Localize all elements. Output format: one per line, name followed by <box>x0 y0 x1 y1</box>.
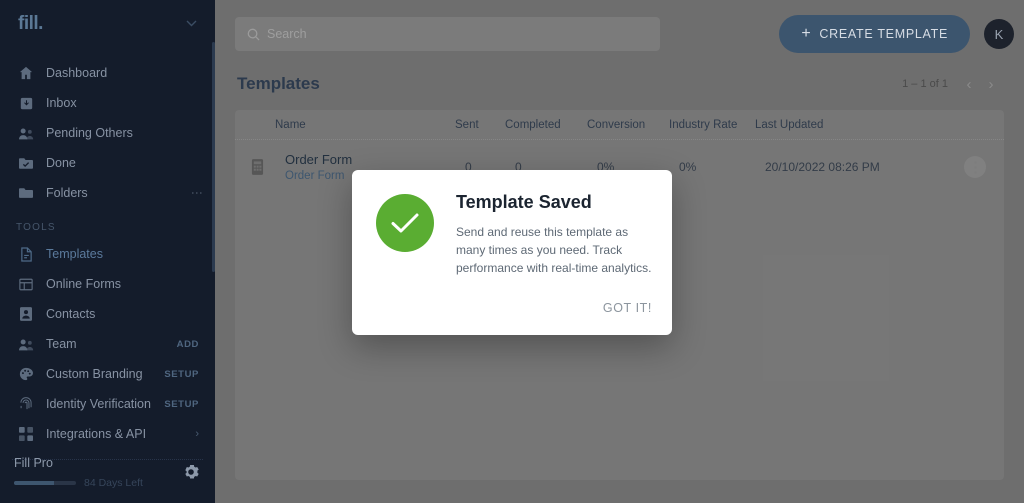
sidebar-item-done[interactable]: Done <box>0 148 215 178</box>
sidebar-item-label: Done <box>46 156 76 170</box>
plan-title: Fill Pro <box>14 456 53 470</box>
plan-progress-bar <box>14 481 76 485</box>
table-header-row: Name Sent Completed Conversion Industry … <box>235 110 1004 140</box>
sidebar-scrollbar[interactable] <box>212 42 215 272</box>
app-logo: fill. <box>18 13 43 34</box>
app-root: fill. Dashboard Inbox Pending Others Don… <box>0 0 1024 503</box>
sidebar-item-templates[interactable]: Templates <box>0 239 215 269</box>
pagination-label: 1 – 1 of 1 <box>902 78 948 90</box>
sidebar-item-online-forms[interactable]: Online Forms <box>0 269 215 299</box>
dialog-title: Template Saved <box>456 192 592 212</box>
sidebar-item-label: Pending Others <box>46 126 133 140</box>
sidebar-item-label: Folders <box>46 186 88 200</box>
chevron-down-icon[interactable] <box>186 19 197 30</box>
sidebar-item-label: Integrations & API <box>46 427 147 441</box>
sidebar-item-label: Identity Verification <box>46 397 151 411</box>
gear-icon[interactable] <box>183 464 199 485</box>
plan-progress-fill <box>14 481 55 485</box>
integrations-icon <box>16 426 36 442</box>
page-title: Templates <box>237 74 320 93</box>
cell-last-updated: 20/10/2022 08:26 PM <box>765 160 880 174</box>
sidebar: fill. Dashboard Inbox Pending Others Don… <box>0 0 215 503</box>
create-template-button[interactable]: + CREATE TEMPLATE <box>779 15 970 53</box>
column-header-completed: Completed <box>505 118 561 131</box>
sidebar-item-label: Team <box>46 337 77 351</box>
sidebar-item-custom-branding[interactable]: Custom Branding SETUP <box>0 359 215 389</box>
sidebar-item-integrations-api[interactable]: Integrations & API › <box>0 419 215 449</box>
column-header-industry-rate: Industry Rate <box>669 118 738 131</box>
column-header-name: Name <box>275 118 306 131</box>
cell-industry-rate: 0% <box>679 160 697 174</box>
sidebar-item-label: Inbox <box>46 96 77 110</box>
search-icon <box>247 28 260 41</box>
sidebar-item-label: Templates <box>46 247 103 261</box>
home-icon <box>16 65 36 81</box>
page-header: Templates 1 – 1 of 1 ‹ › <box>215 68 1024 100</box>
dialog-body: Template Saved Send and reuse this templ… <box>456 192 656 319</box>
plan-progress-row: 84 Days Left <box>14 477 201 489</box>
avatar-initial: K <box>994 26 1004 42</box>
sidebar-section-tools: TOOLS <box>16 222 56 233</box>
sidebar-badge-add[interactable]: ADD <box>177 339 199 350</box>
contact-card-icon <box>16 306 36 322</box>
sidebar-nav-tools: Templates Online Forms Contacts Team ADD… <box>0 239 215 449</box>
chevron-right-icon[interactable]: › <box>195 428 199 440</box>
column-header-last-updated: Last Updated <box>755 118 824 131</box>
more-vertical-icon[interactable]: ⋮ <box>190 187 204 199</box>
inbox-icon <box>16 95 36 111</box>
team-icon <box>16 336 36 352</box>
create-template-label: CREATE TEMPLATE <box>819 27 948 41</box>
sidebar-nav-primary: Dashboard Inbox Pending Others Done Fold… <box>0 48 215 208</box>
template-icon <box>16 246 36 262</box>
folder-icon <box>16 185 36 201</box>
more-vertical-icon[interactable] <box>964 156 986 178</box>
document-icon <box>251 159 271 175</box>
sidebar-badge-setup-branding[interactable]: SETUP <box>164 369 199 380</box>
search-input[interactable]: Search <box>235 17 660 51</box>
sidebar-item-folders[interactable]: Folders ⋮ <box>0 178 215 208</box>
form-icon <box>16 276 36 292</box>
avatar[interactable]: K <box>984 19 1014 49</box>
sidebar-item-label: Online Forms <box>46 277 122 291</box>
pagination-next-button[interactable]: › <box>980 76 1002 93</box>
plan-box: Fill Pro 84 Days Left <box>0 446 215 503</box>
plan-days-left: 84 Days Left <box>84 477 143 489</box>
sidebar-item-contacts[interactable]: Contacts <box>0 299 215 329</box>
sidebar-badge-setup-identity[interactable]: SETUP <box>164 399 199 410</box>
sidebar-item-dashboard[interactable]: Dashboard <box>0 58 215 88</box>
got-it-button[interactable]: GOT IT! <box>595 295 660 321</box>
folder-check-icon <box>16 155 36 171</box>
sidebar-item-label: Contacts <box>46 307 96 321</box>
pagination-prev-button[interactable]: ‹ <box>958 76 980 93</box>
plus-icon: + <box>801 25 812 42</box>
sidebar-item-label: Dashboard <box>46 66 108 80</box>
sidebar-item-label: Custom Branding <box>46 367 143 381</box>
column-header-sent: Sent <box>455 118 479 131</box>
template-name: Order Form <box>285 152 353 167</box>
fingerprint-icon <box>16 396 36 412</box>
pending-users-icon <box>16 125 36 141</box>
sidebar-item-team[interactable]: Team ADD <box>0 329 215 359</box>
logo-row[interactable]: fill. <box>0 0 215 48</box>
sidebar-item-inbox[interactable]: Inbox <box>0 88 215 118</box>
sidebar-item-pending-others[interactable]: Pending Others <box>0 118 215 148</box>
search-placeholder: Search <box>267 27 307 41</box>
topbar: Search + CREATE TEMPLATE K <box>215 0 1024 68</box>
column-header-conversion: Conversion <box>587 118 646 131</box>
dialog-description: Send and reuse this template as many tim… <box>456 225 652 275</box>
template-saved-dialog: Template Saved Send and reuse this templ… <box>352 170 672 335</box>
checkmark-icon <box>376 194 434 252</box>
sidebar-item-identity-verification[interactable]: Identity Verification SETUP <box>0 389 215 419</box>
palette-icon <box>16 366 36 382</box>
